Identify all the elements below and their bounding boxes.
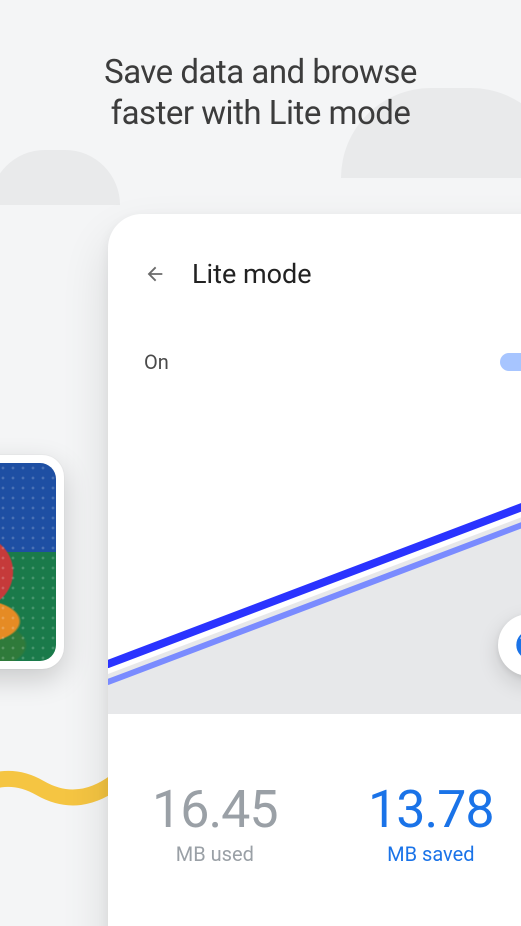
toggle-state-label: On [144,350,169,374]
stat-label: MB used [152,842,278,866]
data-savings-chart [108,434,521,714]
phone-mockup: Lite mode On [108,214,521,926]
stat-value: 16.45 [152,784,278,836]
chrome-icon [516,630,521,660]
cloud-decoration [0,150,120,205]
data-stats-row: 16.45 MB used 13.78 MB saved [108,784,521,866]
stat-mb-saved: 13.78 MB saved [308,784,521,866]
back-arrow-icon[interactable] [144,263,166,285]
screen-title: Lite mode [192,258,312,290]
promo-stage: Save data and browsefaster with Lite mod… [0,0,521,926]
stat-value: 13.78 [308,784,521,836]
stat-label: MB saved [308,842,521,866]
stat-mb-used: 16.45 MB used [142,784,278,866]
promo-headline: Save data and browsefaster with Lite mod… [0,52,521,135]
lite-mode-switch[interactable] [500,348,521,376]
artwork-thumbnail [0,455,64,669]
lite-mode-toggle-row: On [108,302,521,376]
screen-header: Lite mode [108,214,521,302]
